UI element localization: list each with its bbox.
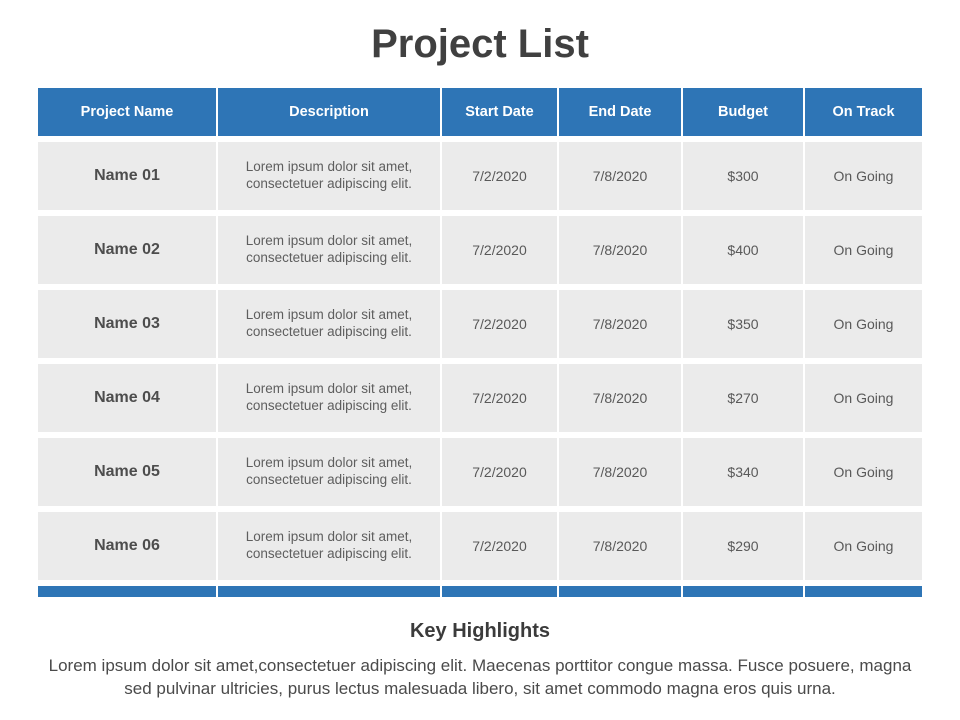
- cell-end-date: 7/8/2020: [559, 142, 681, 210]
- table-row[interactable]: Name 04 Lorem ipsum dolor sit amet, cons…: [38, 364, 922, 432]
- project-table: Project Name Description Start Date End …: [38, 88, 922, 597]
- key-highlights-body: Lorem ipsum dolor sit amet,consectetuer …: [48, 656, 912, 698]
- cell-start-date: 7/2/2020: [442, 438, 557, 506]
- cell-start-date: 7/2/2020: [442, 364, 557, 432]
- footer-segment: [218, 586, 440, 597]
- cell-description-text: Lorem ipsum dolor sit amet, consectetuer…: [245, 381, 413, 413]
- cell-description-text: Lorem ipsum dolor sit amet, consectetuer…: [245, 455, 413, 487]
- cell-end-date: 7/8/2020: [559, 216, 681, 284]
- cell-start-date: 7/2/2020: [442, 142, 557, 210]
- cell-start-date: 7/2/2020: [442, 216, 557, 284]
- cell-start-date: 7/2/2020: [442, 290, 557, 358]
- cell-description-text: Lorem ipsum dolor sit amet, consectetuer…: [245, 233, 413, 265]
- cell-project-name: Name 04: [38, 364, 216, 432]
- cell-description-text: Lorem ipsum dolor sit amet, consectetuer…: [245, 159, 413, 191]
- table-row[interactable]: Name 05 Lorem ipsum dolor sit amet, cons…: [38, 438, 922, 506]
- cell-project-name: Name 05: [38, 438, 216, 506]
- cell-project-name: Name 01: [38, 142, 216, 210]
- cell-end-date: 7/8/2020: [559, 512, 681, 580]
- cell-description-text: Lorem ipsum dolor sit amet, consectetuer…: [245, 307, 413, 339]
- cell-description: Lorem ipsum dolor sit amet, consectetuer…: [218, 438, 440, 506]
- footer-segment: [683, 586, 803, 597]
- column-header-start-date[interactable]: Start Date: [442, 88, 557, 136]
- cell-on-track: On Going: [805, 364, 922, 432]
- cell-description: Lorem ipsum dolor sit amet, consectetuer…: [218, 512, 440, 580]
- column-header-budget[interactable]: Budget: [683, 88, 803, 136]
- table-footer-bar: [38, 586, 922, 597]
- table-row[interactable]: Name 01 Lorem ipsum dolor sit amet, cons…: [38, 142, 922, 210]
- footer-segment: [559, 586, 681, 597]
- cell-on-track: On Going: [805, 438, 922, 506]
- column-header-project-name[interactable]: Project Name: [38, 88, 216, 136]
- column-header-description[interactable]: Description: [218, 88, 440, 136]
- cell-budget: $290: [683, 512, 803, 580]
- cell-on-track: On Going: [805, 216, 922, 284]
- key-highlights-section: Key Highlights Lorem ipsum dolor sit ame…: [0, 620, 960, 701]
- table-header-row: Project Name Description Start Date End …: [38, 88, 922, 136]
- cell-on-track: On Going: [805, 142, 922, 210]
- table-row[interactable]: Name 02 Lorem ipsum dolor sit amet, cons…: [38, 216, 922, 284]
- table-row[interactable]: Name 03 Lorem ipsum dolor sit amet, cons…: [38, 290, 922, 358]
- cell-budget: $300: [683, 142, 803, 210]
- cell-start-date: 7/2/2020: [442, 512, 557, 580]
- key-highlights-title: Key Highlights: [409, 620, 550, 642]
- cell-project-name: Name 03: [38, 290, 216, 358]
- cell-budget: $340: [683, 438, 803, 506]
- cell-on-track: On Going: [805, 512, 922, 580]
- cell-budget: $350: [683, 290, 803, 358]
- cell-description: Lorem ipsum dolor sit amet, consectetuer…: [218, 290, 440, 358]
- cell-on-track: On Going: [805, 290, 922, 358]
- cell-description: Lorem ipsum dolor sit amet, consectetuer…: [218, 216, 440, 284]
- column-header-end-date[interactable]: End Date: [559, 88, 681, 136]
- page-title: Project List: [371, 22, 589, 66]
- cell-end-date: 7/8/2020: [559, 438, 681, 506]
- slide: Project List Project Name Description St…: [0, 0, 960, 720]
- cell-project-name: Name 06: [38, 512, 216, 580]
- table-row[interactable]: Name 06 Lorem ipsum dolor sit amet, cons…: [38, 512, 922, 580]
- column-header-on-track[interactable]: On Track: [805, 88, 922, 136]
- footer-segment: [442, 586, 557, 597]
- cell-description-text: Lorem ipsum dolor sit amet, consectetuer…: [245, 529, 413, 561]
- cell-project-name: Name 02: [38, 216, 216, 284]
- footer-segment: [38, 586, 216, 597]
- footer-segment: [805, 586, 922, 597]
- cell-budget: $270: [683, 364, 803, 432]
- cell-description: Lorem ipsum dolor sit amet, consectetuer…: [218, 142, 440, 210]
- cell-budget: $400: [683, 216, 803, 284]
- cell-description: Lorem ipsum dolor sit amet, consectetuer…: [218, 364, 440, 432]
- cell-end-date: 7/8/2020: [559, 290, 681, 358]
- cell-end-date: 7/8/2020: [559, 364, 681, 432]
